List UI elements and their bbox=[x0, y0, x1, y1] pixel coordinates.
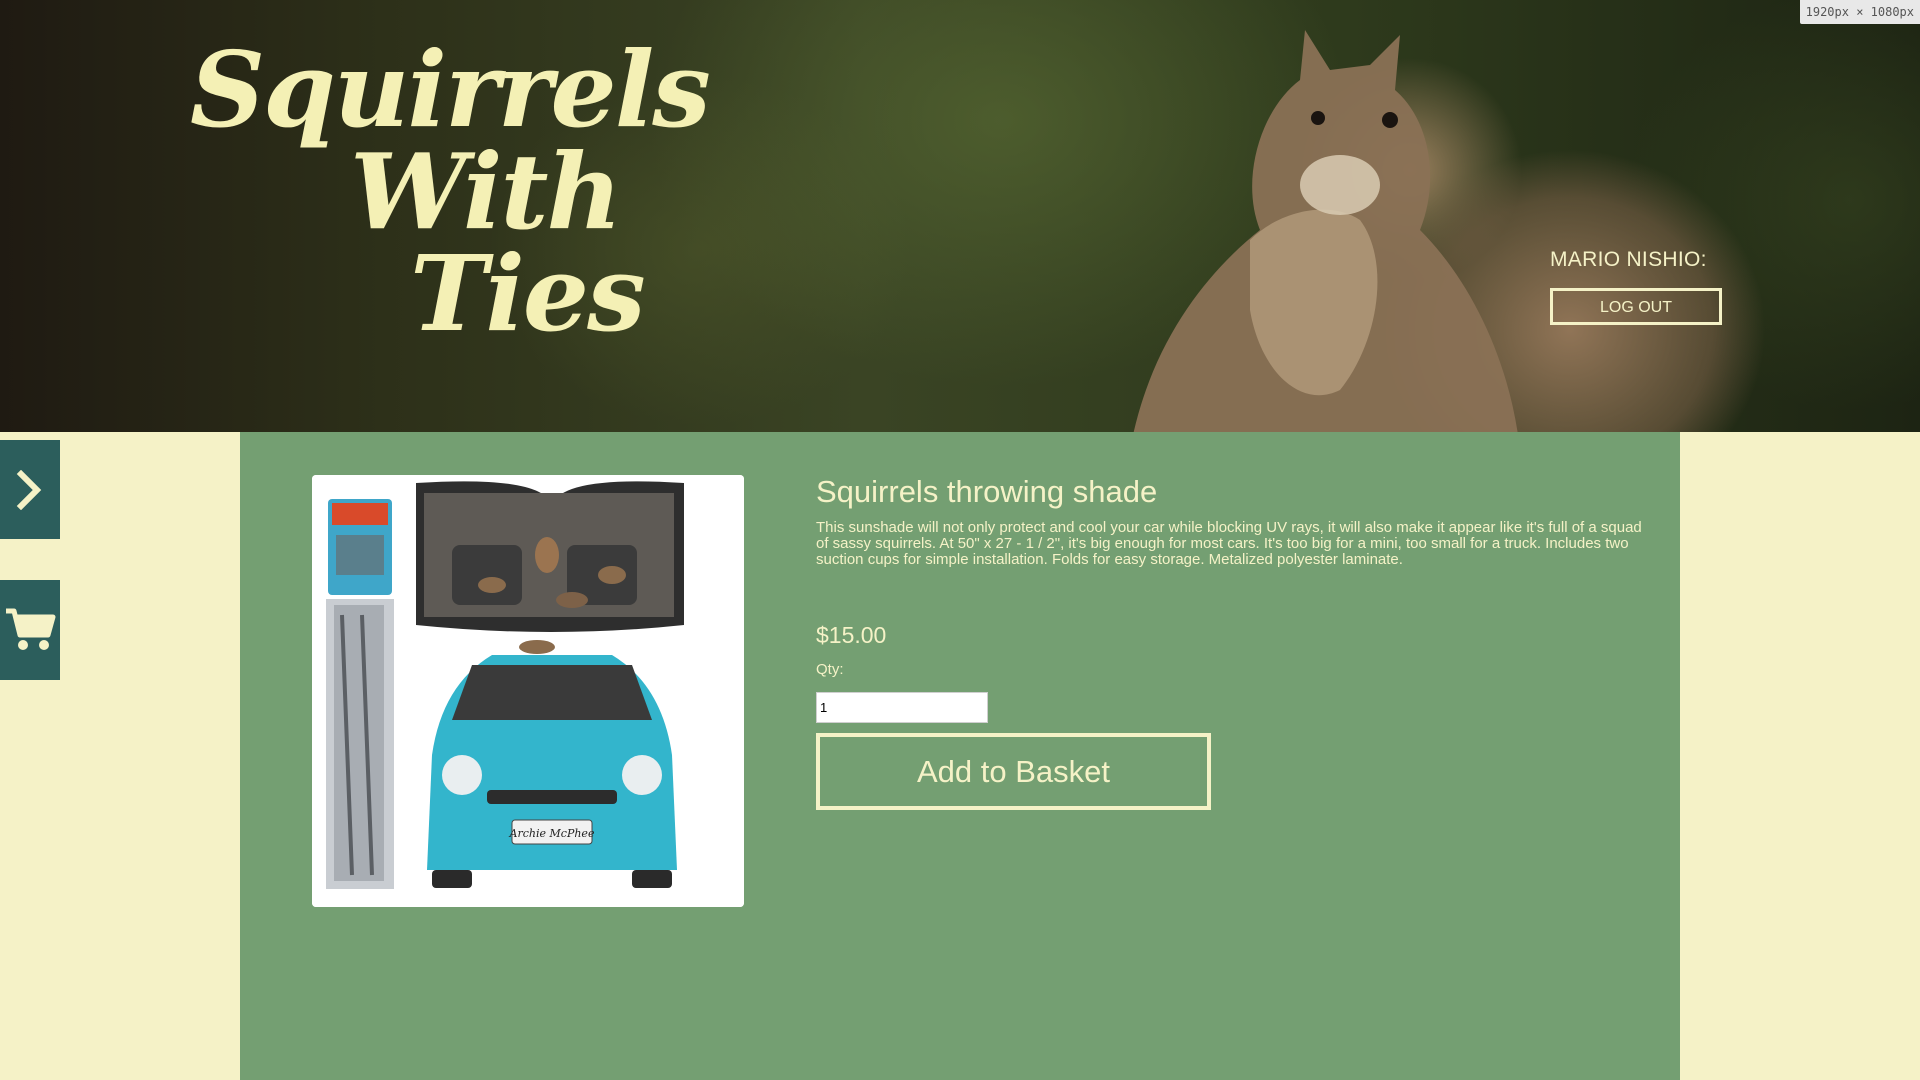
product-info: Squirrels throwing shade This sunshade w… bbox=[816, 474, 1656, 810]
logo-line-1: Squirrels bbox=[190, 28, 711, 151]
add-to-basket-button[interactable]: Add to Basket bbox=[816, 733, 1211, 810]
header-banner: Squirrels With Ties MARIO NISHIO: LOG OU… bbox=[0, 0, 1920, 432]
qty-label: Qty: bbox=[816, 661, 844, 678]
squirrel-photo bbox=[1133, 30, 1518, 432]
sidebar-expand-button[interactable] bbox=[0, 440, 60, 539]
product-description: This sunshade will not only protect and … bbox=[816, 519, 1642, 568]
logo-line-2: With bbox=[350, 130, 622, 253]
resolution-badge: 1920px × 1080px bbox=[1799, 0, 1920, 24]
site-logo[interactable]: Squirrels With Ties bbox=[190, 28, 711, 355]
qty-input[interactable] bbox=[816, 692, 988, 723]
logout-button[interactable]: LOG OUT bbox=[1550, 288, 1722, 325]
product-price: $15.00 bbox=[816, 622, 887, 648]
product-image[interactable]: Archie McPhee bbox=[312, 475, 744, 907]
chevron-right-icon bbox=[16, 469, 42, 510]
product-title: Squirrels throwing shade bbox=[816, 474, 1158, 509]
logo-line-3: Ties bbox=[410, 232, 646, 355]
license-plate-text: Archie McPhee bbox=[509, 827, 595, 840]
product-panel: Archie McPhee Squirrels throwing shade T… bbox=[240, 432, 1680, 1080]
user-name: MARIO NISHIO: bbox=[1550, 248, 1707, 271]
cart-icon bbox=[6, 608, 56, 650]
user-panel: MARIO NISHIO: LOG OUT bbox=[1550, 248, 1722, 325]
product-photo: Archie McPhee bbox=[312, 475, 744, 907]
cart-button[interactable] bbox=[0, 580, 60, 680]
